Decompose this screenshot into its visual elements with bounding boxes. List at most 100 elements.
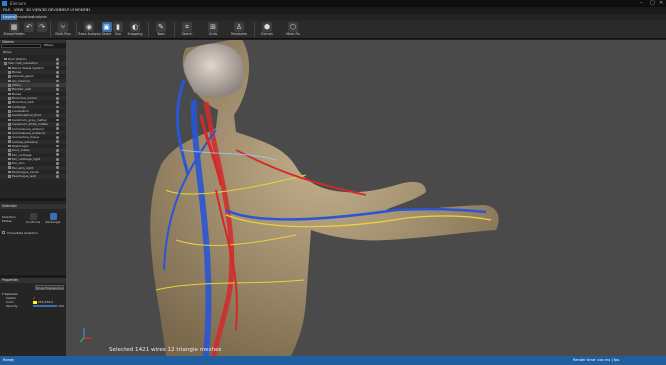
close-icon[interactable]: ✕ [659, 0, 663, 7]
visibility-eye-icon[interactable] [56, 96, 59, 100]
visibility-eye-icon[interactable] [56, 153, 59, 157]
tree-row-checkbox[interactable] [4, 57, 7, 61]
tree-row-checkbox[interactable] [8, 144, 11, 148]
tree-row-checkbox[interactable] [8, 92, 11, 96]
tree-row-checkbox[interactable] [8, 101, 11, 104]
grids-button[interactable]: ⊞ Grids [202, 21, 224, 38]
layers-icon: ▦ [9, 22, 19, 32]
tree-row-checkbox[interactable] [8, 66, 11, 70]
visibility-eye-icon[interactable] [56, 70, 59, 74]
visibility-eye-icon[interactable] [56, 62, 59, 65]
visibility-eye-icon[interactable] [56, 118, 59, 122]
extract-button[interactable]: ⬢ Extract [256, 21, 278, 38]
tree-row-label: Esophagus_wall [12, 174, 36, 179]
visibility-eye-icon[interactable] [56, 109, 59, 113]
visibility-eye-icon[interactable] [56, 131, 59, 135]
tree-row-checkbox[interactable] [8, 79, 11, 83]
visibility-eye-icon[interactable] [56, 127, 59, 131]
visibility-eye-icon[interactable] [56, 162, 59, 165]
maximize-icon[interactable]: □ [650, 0, 655, 7]
visibility-eye-icon[interactable] [56, 114, 59, 118]
menu-3d-view[interactable]: 3D VIEW [26, 7, 42, 14]
tree-row-checkbox[interactable] [4, 62, 7, 65]
tree-row-checkbox[interactable] [8, 127, 11, 130]
mesh-fix-button[interactable]: ⬡ Mesh Fix [282, 21, 304, 38]
visibility-eye-icon[interactable] [56, 175, 59, 178]
visibility-eye-icon[interactable] [56, 157, 59, 161]
tree-filter-input[interactable] [1, 43, 41, 48]
visibility-eye-icon[interactable] [56, 79, 59, 83]
minimize-icon[interactable]: – [640, 0, 643, 7]
tree-row-checkbox[interactable] [8, 131, 11, 135]
visibility-eye-icon[interactable] [56, 140, 59, 144]
tree-row-checkbox[interactable] [8, 162, 11, 165]
tree-row[interactable]: Esophagus_wall [0, 174, 66, 179]
tree-row-checkbox[interactable] [8, 123, 11, 126]
tree-row-checkbox[interactable] [8, 118, 11, 122]
tree-row-checkbox[interactable] [8, 88, 11, 91]
tree-row-checkbox[interactable] [8, 175, 11, 178]
3d-viewport[interactable]: Selected 1421 wires 12 triangle meshes [66, 40, 666, 356]
tree-row-checkbox[interactable] [8, 153, 11, 157]
sun-button[interactable]: ▮ Sun [113, 21, 123, 38]
menu-file[interactable]: FILE [3, 7, 10, 14]
menu-help[interactable]: HELP [60, 7, 69, 14]
visibility-eye-icon[interactable] [56, 166, 59, 170]
visibility-eye-icon[interactable] [56, 57, 59, 61]
tree-row-checkbox[interactable] [8, 105, 11, 109]
property-opacity-value[interactable]: 100 [58, 304, 64, 308]
panel-splitter[interactable] [0, 198, 66, 201]
sketch-icon: ⌗ [182, 22, 192, 32]
property-color-value[interactable]: 255,255,0 [38, 300, 53, 304]
color-swatch[interactable] [33, 300, 37, 304]
selection-panel: Selection Selection Modes Conforms Recta… [0, 204, 66, 274]
filters-button[interactable]: Filters [44, 43, 53, 48]
visibility-eye-icon[interactable] [56, 101, 59, 105]
tree-row-checkbox[interactable] [8, 149, 11, 152]
menu-h[interactable]: H [87, 7, 90, 14]
visibility-eye-icon[interactable] [56, 144, 59, 148]
visibility-eye-icon[interactable] [56, 66, 59, 70]
menu-3d-device[interactable]: 3D DEVICE [42, 7, 62, 14]
visibility-eye-icon[interactable] [56, 88, 59, 91]
tree-row-checkbox[interactable] [8, 114, 11, 117]
visibility-eye-icon[interactable] [56, 135, 59, 139]
visibility-eye-icon[interactable] [56, 83, 59, 87]
tree-row-checkbox[interactable] [8, 140, 11, 144]
visibility-eye-icon[interactable] [56, 92, 59, 96]
tree-row-checkbox[interactable] [8, 157, 11, 161]
property-visible-value[interactable]: ✓ [33, 296, 36, 300]
visibility-eye-icon[interactable] [56, 170, 59, 174]
visibility-eye-icon[interactable] [56, 75, 59, 78]
menu-view[interactable]: VIEW [14, 7, 23, 14]
redo-button[interactable]: ↷ [36, 21, 48, 38]
templates-button[interactable]: ♙ Templates [228, 21, 250, 38]
trace-analysis-button[interactable]: ◉ Trace Analysis [78, 21, 101, 38]
tree-row-checkbox[interactable] [8, 75, 11, 78]
multi-pins-button[interactable]: ⑂ Multi-Pins [52, 21, 74, 38]
show-expressions-button[interactable]: Show Expressions [35, 285, 64, 290]
tools-button[interactable]: ✎ Tools [150, 21, 172, 38]
tree-row-checkbox[interactable] [8, 166, 11, 170]
undo-button[interactable]: ↶ [23, 21, 35, 38]
menu-ui-modes[interactable]: UI MODES [70, 7, 88, 14]
extract-icon: ⬢ [262, 22, 272, 32]
tree-row-checkbox[interactable] [8, 70, 11, 74]
mode-conforms-button[interactable]: Conforms [24, 213, 42, 231]
tree-row-checkbox[interactable] [8, 83, 11, 87]
mode-rectangle-button[interactable]: Rectangle [44, 213, 62, 231]
visibility-eye-icon[interactable] [56, 122, 59, 126]
opacity-slider[interactable] [33, 305, 57, 307]
show-hidden-button[interactable]: ▦ Show/Hidden [3, 21, 25, 38]
visibility-eye-icon[interactable] [56, 105, 59, 109]
immediate-selection-checkbox[interactable] [2, 231, 5, 234]
tree-row-checkbox[interactable] [8, 110, 11, 113]
ribbon-toolbar: ▦ Show/Hidden ↶ ↷ ⑂ Multi-Pins ◉ Trace Anal… [0, 20, 666, 39]
sketch-button[interactable]: ⌗ Sketch [176, 21, 198, 38]
snapping-button[interactable]: ◐ Snapping [124, 21, 146, 38]
select-button[interactable]: ▣ Select [100, 21, 113, 38]
visibility-eye-icon[interactable] [56, 149, 59, 152]
tree-row-checkbox[interactable] [8, 170, 11, 174]
tree-row-checkbox[interactable] [8, 136, 11, 139]
tree-row-checkbox[interactable] [8, 96, 11, 100]
